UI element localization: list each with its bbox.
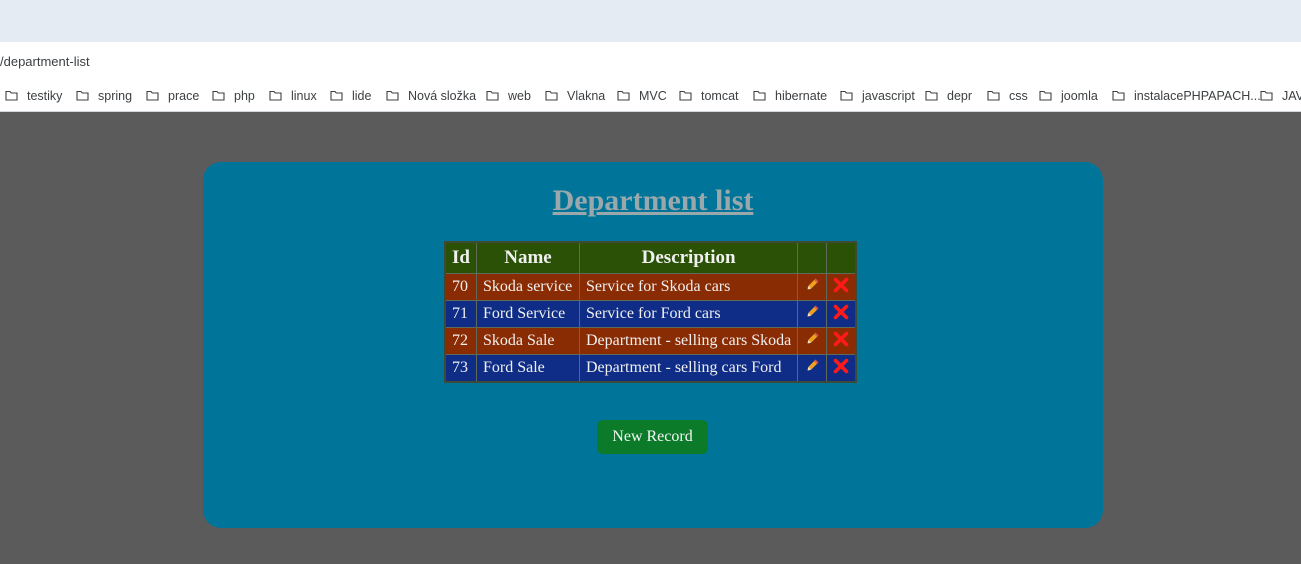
page-content: Department list Id Name Description 70 S… (0, 112, 1301, 564)
cell-description: Service for Skoda cars (578, 273, 799, 301)
bookmark-folder[interactable]: hibernate (753, 80, 827, 111)
table-row: 71 Ford Service Service for Ford cars (444, 300, 857, 328)
bookmark-folder[interactable]: MVC (617, 80, 667, 111)
table-row: 70 Skoda service Service for Skoda cars (444, 273, 857, 301)
bookmark-folder[interactable]: instalacePHPAPACH... (1112, 80, 1261, 111)
bookmark-folder[interactable]: JAV (1260, 80, 1301, 111)
delete-x-icon (833, 304, 849, 319)
table-row: 73 Ford Sale Department - selling cars F… (444, 354, 857, 383)
bookmark-folder[interactable]: spring (76, 80, 132, 111)
delete-button[interactable] (826, 327, 857, 355)
folder-icon (925, 90, 938, 101)
column-header-id: Id (444, 241, 477, 274)
bookmark-folder[interactable]: css (987, 80, 1028, 111)
cell-name: Ford Service (475, 300, 580, 328)
delete-x-icon (833, 277, 849, 292)
cell-name: Skoda service (475, 273, 580, 301)
pencil-icon (807, 278, 819, 290)
bookmark-folder[interactable]: linux (269, 80, 317, 111)
bookmark-folder[interactable]: tomcat (679, 80, 739, 111)
new-record-button[interactable]: New Record (597, 420, 708, 454)
edit-button[interactable] (797, 273, 828, 301)
department-table: Id Name Description 70 Skoda service Ser… (444, 241, 858, 383)
folder-icon (5, 90, 18, 101)
column-header-name: Name (475, 241, 580, 274)
pencil-icon (807, 332, 819, 344)
bookmarks-bar: testiky spring prace php linux lide Nová… (0, 80, 1301, 112)
cell-id: 72 (444, 327, 477, 355)
url-text[interactable]: /department-list (0, 54, 90, 69)
table-row: 72 Skoda Sale Department - selling cars … (444, 327, 857, 355)
delete-x-icon (833, 331, 849, 346)
folder-icon (840, 90, 853, 101)
folder-icon (545, 90, 558, 101)
bookmark-folder[interactable]: prace (146, 80, 199, 111)
bookmark-folder[interactable]: joomla (1039, 80, 1098, 111)
bookmark-folder[interactable]: lide (330, 80, 371, 111)
folder-icon (679, 90, 692, 101)
folder-icon (486, 90, 499, 101)
pencil-icon (807, 359, 819, 371)
bookmark-folder[interactable]: Nová složka (386, 80, 476, 111)
page-title[interactable]: Department list (203, 184, 1103, 218)
delete-button[interactable] (826, 273, 857, 301)
cell-name: Skoda Sale (475, 327, 580, 355)
folder-icon (212, 90, 225, 101)
column-header-delete (826, 241, 857, 274)
folder-icon (146, 90, 159, 101)
bookmark-folder[interactable]: depr (925, 80, 972, 111)
folder-icon (330, 90, 343, 101)
address-bar[interactable]: /department-list (0, 42, 1301, 80)
delete-button[interactable] (826, 300, 857, 328)
bookmark-folder[interactable]: php (212, 80, 255, 111)
bookmark-folder[interactable]: javascript (840, 80, 915, 111)
bookmark-folder[interactable]: web (486, 80, 531, 111)
cell-description: Department - selling cars Ford (578, 354, 799, 383)
cell-id: 71 (444, 300, 477, 328)
folder-icon (987, 90, 1000, 101)
folder-icon (1039, 90, 1052, 101)
edit-button[interactable] (797, 300, 828, 328)
folder-icon (753, 90, 766, 101)
edit-button[interactable] (797, 354, 828, 383)
delete-x-icon (833, 358, 849, 373)
column-header-edit (797, 241, 828, 274)
pencil-icon (807, 305, 819, 317)
column-header-description: Description (578, 241, 799, 274)
cell-description: Service for Ford cars (578, 300, 799, 328)
folder-icon (1112, 90, 1125, 101)
folder-icon (1260, 90, 1273, 101)
cell-name: Ford Sale (475, 354, 580, 383)
folder-icon (269, 90, 282, 101)
bookmark-folder[interactable]: Vlakna (545, 80, 605, 111)
folder-icon (386, 90, 399, 101)
edit-button[interactable] (797, 327, 828, 355)
cell-id: 73 (444, 354, 477, 383)
cell-description: Department - selling cars Skoda (578, 327, 799, 355)
department-panel: Department list Id Name Description 70 S… (203, 162, 1103, 528)
bookmark-folder[interactable]: testiky (5, 80, 62, 111)
delete-button[interactable] (826, 354, 857, 383)
folder-icon (617, 90, 630, 101)
table-header-row: Id Name Description (444, 241, 857, 274)
browser-tab-strip (0, 0, 1301, 42)
folder-icon (76, 90, 89, 101)
cell-id: 70 (444, 273, 477, 301)
